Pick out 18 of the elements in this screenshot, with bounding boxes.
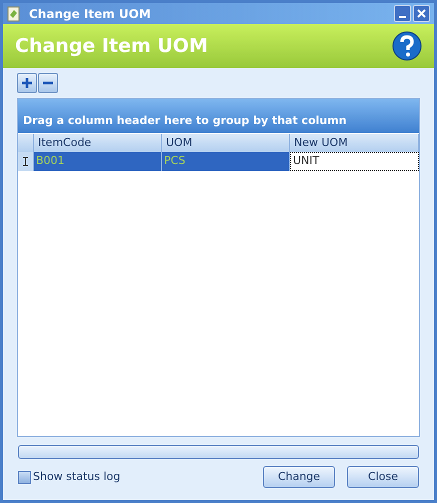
help-icon[interactable] <box>392 31 422 61</box>
header-title: Change Item UOM <box>15 34 209 59</box>
dialog-button[interactable]: Close <box>347 466 419 488</box>
table-cell: UNIT <box>290 152 419 171</box>
table-cell: B001 <box>34 152 162 171</box>
grid-row[interactable]: B001 PCS UNIT <box>18 152 419 171</box>
add-button[interactable] <box>17 73 37 93</box>
status-log-checkbox[interactable] <box>18 470 31 484</box>
window-title: Change Item UOM <box>29 6 151 22</box>
document-icon <box>7 6 21 22</box>
checkbox-label: Show status log <box>33 468 122 485</box>
minimize-button[interactable] <box>394 5 411 22</box>
close-button[interactable] <box>413 5 430 22</box>
group-panel-text: Drag a column header here to group by that column <box>23 112 347 128</box>
dialog-button[interactable]: Change <box>263 466 335 488</box>
plus-icon <box>21 77 33 89</box>
remove-button[interactable] <box>38 73 58 93</box>
close-icon <box>417 9 426 18</box>
